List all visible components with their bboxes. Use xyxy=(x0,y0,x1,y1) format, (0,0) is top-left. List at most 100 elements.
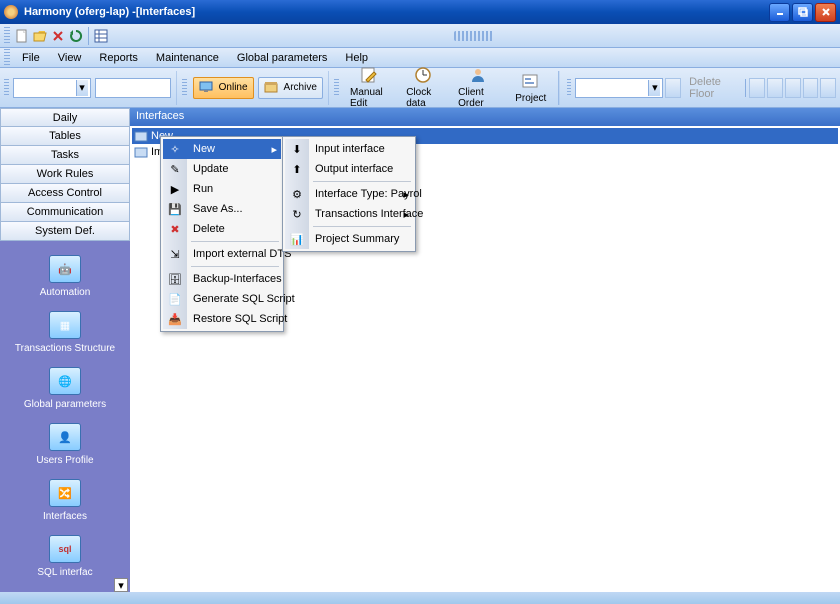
refresh-icon[interactable] xyxy=(68,28,84,44)
ctx-new[interactable]: ✧New▸ xyxy=(163,139,281,159)
tree-area: New Imp ✧New▸ ✎Update ▶Run 💾Save As... ✖… xyxy=(130,126,840,592)
left-panel: Daily Tables Tasks Work Rules Access Con… xyxy=(0,108,130,592)
import-icon: ⇲ xyxy=(167,246,183,262)
navtab-communication[interactable]: Communication xyxy=(0,203,130,222)
manual-edit-label: Manual Edit xyxy=(350,87,390,109)
ctx-restore-sql[interactable]: 📥Restore SQL Script xyxy=(163,309,281,329)
ctx-input-interface[interactable]: ⬇Input interface xyxy=(285,139,413,159)
menu-bar: File View Reports Maintenance Global par… xyxy=(0,48,840,68)
manual-edit-button[interactable]: Manual Edit xyxy=(343,71,397,105)
content-panel: Interfaces New Imp ✧New▸ ✎Update ▶Run 💾S… xyxy=(130,108,840,592)
ctx-backup-interfaces[interactable]: 🗄Backup-Interfaces xyxy=(163,269,281,289)
navicon-interfaces[interactable]: 🔀Interfaces xyxy=(0,473,130,529)
combo-2-input[interactable] xyxy=(98,80,168,96)
navicon-transactions-structure[interactable]: ▦Transactions Structure xyxy=(0,305,130,361)
navtab-tasks[interactable]: Tasks xyxy=(0,146,130,165)
ctx-generate-sql[interactable]: 📄Generate SQL Script xyxy=(163,289,281,309)
toolbar-grab-icon xyxy=(454,31,494,41)
maximize-button[interactable] xyxy=(792,3,813,22)
navtab-access-control[interactable]: Access Control xyxy=(0,184,130,203)
update-icon: ✎ xyxy=(167,161,183,177)
menu-view[interactable]: View xyxy=(50,49,90,67)
navtab-work-rules[interactable]: Work Rules xyxy=(0,165,130,184)
app-icon xyxy=(4,5,18,19)
new-icon[interactable] xyxy=(14,28,30,44)
floor-combo-input[interactable] xyxy=(578,80,648,96)
delete-icon[interactable] xyxy=(50,28,66,44)
toolbar-icon-b[interactable] xyxy=(767,78,783,98)
ctx-project-summary[interactable]: 📊Project Summary xyxy=(285,229,413,249)
navtab-tables[interactable]: Tables xyxy=(0,127,130,146)
floor-icon-button[interactable] xyxy=(665,78,681,98)
menu-help[interactable]: Help xyxy=(337,49,376,67)
online-label: Online xyxy=(219,82,248,93)
sql-restore-icon: 📥 xyxy=(167,311,183,327)
submenu-arrow-icon: ▸ xyxy=(403,188,409,201)
navtab-system-def[interactable]: System Def. xyxy=(0,222,130,241)
toolbar-icon-d[interactable] xyxy=(803,78,819,98)
ctx-update[interactable]: ✎Update xyxy=(163,159,281,179)
person-icon xyxy=(469,66,489,86)
clock-icon xyxy=(414,66,434,86)
title-bar: Harmony (oferg-lap) -[Interfaces] xyxy=(0,0,840,24)
open-icon[interactable] xyxy=(32,28,48,44)
main-area: Daily Tables Tasks Work Rules Access Con… xyxy=(0,108,840,592)
combo-1-input[interactable] xyxy=(16,80,76,96)
gripper-icon xyxy=(567,79,572,97)
ctx-transactions-interface[interactable]: ↻Transactions Interface▸ xyxy=(285,204,413,224)
gripper-icon xyxy=(4,27,10,45)
menu-global-parameters[interactable]: Global parameters xyxy=(229,49,336,67)
navicon-automation[interactable]: 🤖Automation xyxy=(0,249,130,305)
context-submenu-new: ⬇Input interface ⬆Output interface ⚙Inte… xyxy=(282,136,416,252)
navicon-global-parameters[interactable]: 🌐Global parameters xyxy=(0,361,130,417)
nav-tabs: Daily Tables Tasks Work Rules Access Con… xyxy=(0,108,130,241)
ctx-interface-type[interactable]: ⚙Interface Type: Payrol▸ xyxy=(285,184,413,204)
scroll-down-button[interactable]: ▾ xyxy=(114,578,128,592)
submenu-arrow-icon: ▸ xyxy=(271,143,277,156)
navicon-users-profile[interactable]: 👤Users Profile xyxy=(0,417,130,473)
submenu-arrow-icon: ▸ xyxy=(403,208,409,221)
delete-floor-button[interactable]: Delete Floor xyxy=(683,72,741,104)
user-icon: 👤 xyxy=(49,423,81,451)
ctx-delete[interactable]: ✖Delete xyxy=(163,219,281,239)
floor-combo[interactable]: ▾ xyxy=(575,78,663,98)
clock-data-button[interactable]: Clock data xyxy=(399,71,449,105)
menu-file[interactable]: File xyxy=(14,49,48,67)
ctx-output-interface[interactable]: ⬆Output interface xyxy=(285,159,413,179)
delete-icon: ✖ xyxy=(167,221,183,237)
navicon-sql-interface[interactable]: sqlSQL interfac xyxy=(0,529,130,585)
toolbar-icon-c[interactable] xyxy=(785,78,801,98)
icon-toolbar xyxy=(0,24,840,48)
tree-node-icon xyxy=(134,129,148,143)
nav-icons: 🤖Automation ▦Transactions Structure 🌐Glo… xyxy=(0,241,130,592)
navtab-daily[interactable]: Daily xyxy=(0,108,130,127)
menu-reports[interactable]: Reports xyxy=(91,49,146,67)
output-icon: ⬆ xyxy=(289,161,305,177)
ctx-save-as[interactable]: 💾Save As... xyxy=(163,199,281,219)
chevron-down-icon[interactable]: ▾ xyxy=(76,80,88,96)
minimize-button[interactable] xyxy=(769,3,790,22)
grid-icon[interactable] xyxy=(93,28,109,44)
combo-2[interactable] xyxy=(95,78,171,98)
database-icon: sql xyxy=(49,535,81,563)
project-button[interactable]: Project xyxy=(508,71,553,105)
online-button[interactable]: Online xyxy=(193,77,254,99)
ctx-run[interactable]: ▶Run xyxy=(163,179,281,199)
clock-data-label: Clock data xyxy=(406,87,442,109)
globe-icon: 🌐 xyxy=(49,367,81,395)
client-order-button[interactable]: Client Order xyxy=(451,71,506,105)
gripper-icon xyxy=(4,79,9,97)
toolbar-icon-e[interactable] xyxy=(820,78,836,98)
chevron-down-icon[interactable]: ▾ xyxy=(648,80,660,96)
menu-maintenance[interactable]: Maintenance xyxy=(148,49,227,67)
archive-button[interactable]: Archive xyxy=(258,77,323,99)
window-title: Harmony (oferg-lap) -[Interfaces] xyxy=(24,6,769,18)
robot-icon: 🤖 xyxy=(49,255,81,283)
type-icon: ⚙ xyxy=(289,186,305,202)
toolbar-icon-a[interactable] xyxy=(749,78,765,98)
content-header: Interfaces xyxy=(130,108,840,126)
ctx-import-dts[interactable]: ⇲Import external DTS xyxy=(163,244,281,264)
combo-1[interactable]: ▾ xyxy=(13,78,91,98)
close-button[interactable] xyxy=(815,3,836,22)
backup-icon: 🗄 xyxy=(167,271,183,287)
